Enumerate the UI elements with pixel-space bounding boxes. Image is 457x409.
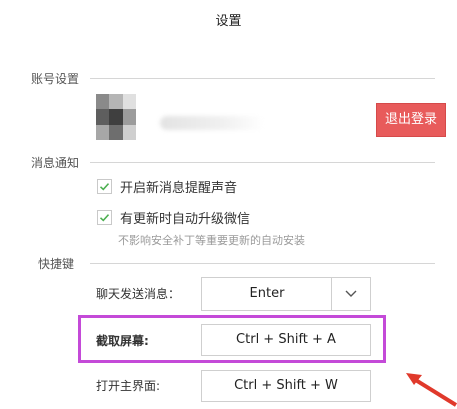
option-auto-update[interactable]: 有更新时自动升级微信 [97, 208, 250, 227]
update-note: 不影响安全补丁等重要更新的自动安装 [118, 234, 305, 247]
checkbox-checked-icon[interactable] [97, 179, 112, 194]
logout-button[interactable]: 退出登录 [376, 103, 446, 137]
notify-section-label: 消息通知 [31, 156, 80, 170]
option-label: 有更新时自动升级微信 [120, 212, 251, 227]
open-main-shortcut[interactable]: Ctrl + Shift + W [201, 370, 371, 402]
send-message-shortcut[interactable]: Enter [201, 277, 333, 311]
highlight-box [78, 315, 386, 363]
send-message-label: 聊天发送消息： [96, 287, 181, 301]
account-section-label: 账号设置 [31, 72, 80, 86]
open-main-label: 打开主界面: [96, 379, 161, 393]
checkbox-checked-icon[interactable] [97, 210, 112, 225]
arrow-annotation-icon [406, 373, 457, 407]
window-title: 设置 [215, 14, 242, 29]
shortcuts-section-label: 快捷键 [38, 257, 75, 271]
option-label: 开启新消息提醒声音 [120, 181, 238, 196]
send-shortcut-dropdown[interactable] [331, 277, 371, 311]
option-new-message-sound[interactable]: 开启新消息提醒声音 [97, 177, 237, 196]
notify-divider [90, 162, 435, 163]
account-name-blurred [160, 116, 264, 130]
account-divider [90, 78, 435, 79]
shortcuts-divider [90, 263, 435, 264]
avatar [96, 94, 136, 140]
chevron-down-icon [345, 290, 357, 297]
